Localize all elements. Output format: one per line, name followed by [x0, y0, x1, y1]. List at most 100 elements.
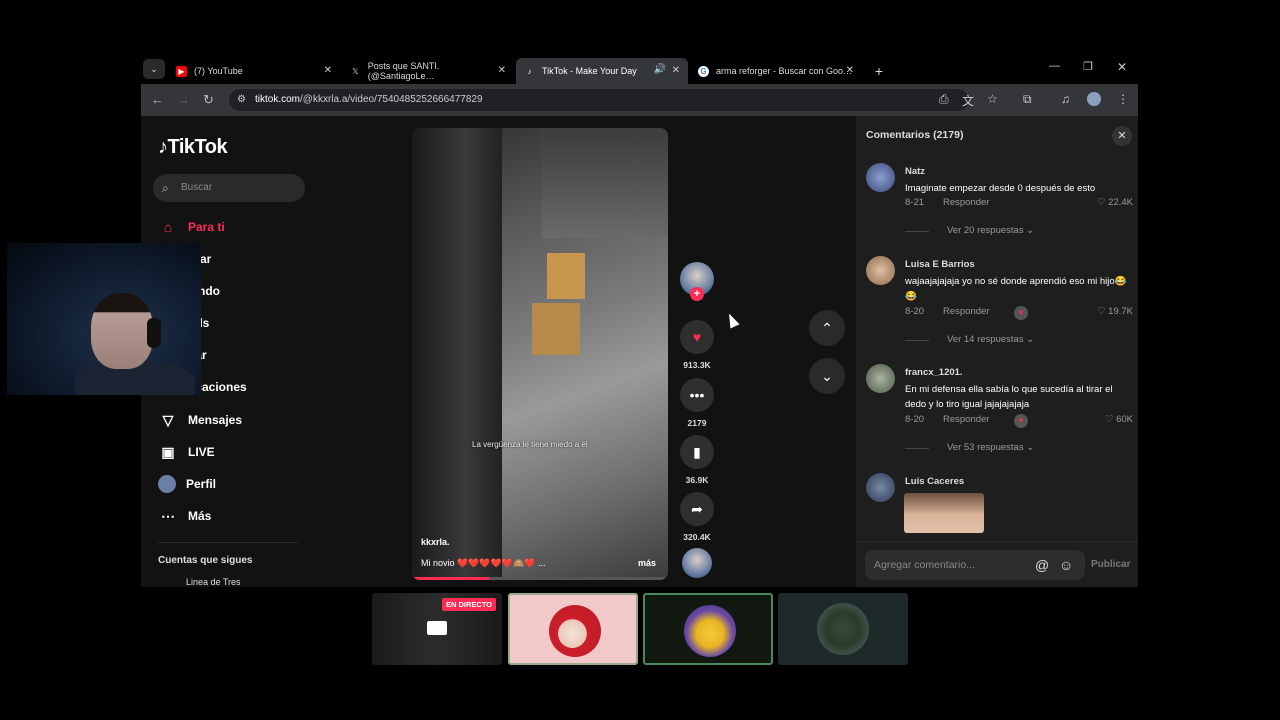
avatar[interactable] [866, 163, 895, 192]
tiktok-logo[interactable]: ♪TikTok [158, 136, 228, 159]
comment-like-button[interactable]: ♡ 60K [1105, 414, 1133, 425]
tiktok-icon: ♪ [527, 66, 532, 76]
url-field[interactable]: ⚙ tiktok.com/@kkxrla.a/video/75404852526… [229, 89, 969, 111]
close-icon[interactable]: ✕ [846, 65, 854, 76]
close-icon[interactable]: ✕ [672, 65, 680, 76]
live-icon: ▣ [161, 443, 175, 460]
music-disc-button[interactable] [679, 548, 715, 578]
view-replies-label: Ver 14 respuestas [947, 334, 1024, 345]
menu-dots-icon[interactable]: ⋮ [1117, 92, 1129, 106]
heart-outline-icon: ♡ [1097, 197, 1106, 208]
media-control-icon[interactable]: ♫ [1061, 92, 1070, 106]
publish-button[interactable]: Publicar [1091, 559, 1130, 570]
speaker-icon[interactable]: 🔊 [654, 64, 666, 75]
view-replies-button[interactable]: Ver 53 respuestas ⌄ [947, 442, 1034, 453]
monitor-icon [427, 621, 447, 635]
window-preview-live[interactable]: EN DIRECTO [372, 593, 502, 665]
tab-tiktok[interactable]: ♪ TikTok - Make Your Day 🔊 ✕ [516, 58, 688, 84]
avatar[interactable] [866, 256, 895, 285]
window-preview[interactable] [778, 593, 908, 665]
search-input[interactable]: ⌕ Buscar [153, 174, 305, 202]
video-player[interactable]: La vergüenza le tiene miedo a él kkxrla.… [412, 128, 668, 580]
reply-button[interactable]: Responder [943, 414, 989, 425]
follow-plus-icon[interactable]: + [690, 287, 704, 301]
site-info-icon[interactable]: ⚙ [237, 89, 246, 111]
reply-button[interactable]: Responder [943, 197, 989, 208]
url-path: /@kkxrla.a/video/7540485252666477829 [300, 94, 483, 105]
close-comments-button[interactable]: ✕ [1112, 126, 1132, 146]
author-avatar-button[interactable]: + [679, 262, 715, 301]
comment-item: Natz Imaginate empezar desde 0 después d… [866, 163, 1136, 243]
minimize-icon[interactable]: — [1049, 60, 1060, 72]
tab-title: TikTok - Make Your Day [542, 66, 637, 76]
creator-liked-icon: ♥ [1014, 414, 1028, 428]
view-replies-label: Ver 53 respuestas [947, 442, 1024, 453]
divider [905, 231, 929, 232]
window-close-icon[interactable]: ✕ [1117, 60, 1127, 74]
window-preview[interactable] [643, 593, 773, 665]
reply-button[interactable]: Responder [943, 306, 989, 317]
avatar: + [680, 262, 714, 301]
emoji-icon[interactable]: ☺ [1059, 550, 1073, 580]
nav-item-para-ti[interactable]: ⌂ Para ti [158, 217, 225, 237]
back-icon[interactable]: ← [151, 92, 164, 107]
extensions-icon[interactable]: ⧉ [1023, 92, 1032, 107]
close-icon: ✕ [1117, 130, 1127, 142]
bookmark-star-icon[interactable]: ☆ [987, 92, 998, 106]
search-icon: ⌕ [162, 181, 169, 195]
close-icon[interactable]: ✕ [498, 65, 506, 76]
tab-x-posts[interactable]: 𝕏 Posts que SANTI. (@SantiagoLe… ✕ [342, 58, 514, 84]
comment-author[interactable]: Natz [905, 166, 925, 177]
forward-icon[interactable]: → [177, 92, 190, 107]
window-preview[interactable] [508, 593, 638, 665]
video-scene-box [532, 303, 580, 355]
mention-icon[interactable]: @ [1035, 550, 1049, 580]
comment-image[interactable] [904, 493, 984, 533]
comment-author[interactable]: Luisa E Barrios [905, 259, 975, 270]
comment-count: 2179 [687, 418, 707, 428]
nav-label: Más [188, 509, 212, 523]
more-link[interactable]: más [638, 558, 656, 568]
comment-like-button[interactable]: ♡ 22.4K [1097, 197, 1133, 208]
translate-icon[interactable]: 文 [962, 92, 974, 109]
tab-youtube[interactable]: ▶ (7) YouTube ✕ [168, 58, 340, 84]
video-author[interactable]: kkxrla. [421, 537, 450, 547]
nav-item-perfil[interactable]: Perfil [158, 474, 216, 494]
reload-icon[interactable]: ↻ [203, 92, 214, 108]
new-tab-button[interactable]: + [869, 58, 889, 84]
nav-item-live[interactable]: ▣ LIVE [158, 442, 214, 462]
restore-icon[interactable]: ❐ [1083, 60, 1093, 73]
nav-item-mas[interactable]: ⋯ Más [158, 506, 211, 526]
avatar[interactable] [866, 473, 895, 502]
profile-avatar-icon[interactable] [1087, 92, 1101, 106]
live-badge: EN DIRECTO [442, 598, 497, 611]
view-replies-button[interactable]: Ver 20 respuestas ⌄ [947, 225, 1034, 236]
previous-video-button[interactable]: ⌃ [809, 310, 845, 346]
comment-like-button[interactable]: ♡ 19.7K [1097, 306, 1133, 317]
tab-title: Posts que SANTI. (@SantiagoLe… [367, 61, 440, 81]
share-button[interactable]: ➦ 320.4K [679, 492, 715, 542]
save-button[interactable]: ▮ 36.9K [679, 435, 715, 485]
tab-title: arma reforger - Buscar con Goo… [716, 66, 853, 76]
comments-panel: Comentarios (2179) ✕ Natz Imaginate empe… [856, 116, 1138, 587]
tab-search-button[interactable]: ⌄ [143, 59, 165, 79]
tab-google[interactable]: G arma reforger - Buscar con Goo… ✕ [690, 58, 862, 84]
following-account[interactable]: Linea de Tres [186, 577, 241, 587]
close-icon[interactable]: ✕ [324, 65, 332, 76]
view-replies-button[interactable]: Ver 14 respuestas ⌄ [947, 334, 1034, 345]
comment-input[interactable]: Agregar comentario... @ ☺ [865, 550, 1085, 580]
creator-liked-icon: ♥ [1014, 306, 1028, 320]
comment-date: 8-20 [905, 306, 925, 317]
avatar[interactable] [866, 364, 895, 393]
like-button[interactable]: ♥ 913.3K [679, 320, 715, 370]
comment-button[interactable]: ••• 2179 [679, 378, 715, 428]
comment-author[interactable]: francx_1201. [905, 367, 963, 378]
video-progress-bar[interactable] [412, 577, 668, 580]
install-app-icon[interactable]: ⎙ [939, 92, 949, 107]
chevron-down-icon: ⌄ [1026, 442, 1035, 453]
nav-item-mensajes[interactable]: ▽ Mensajes [158, 410, 242, 430]
comment-author[interactable]: Luis Caceres [905, 476, 964, 487]
comment-text: wajaajajajaja yo no sé donde aprendió es… [905, 276, 1127, 302]
avatar [817, 603, 869, 655]
next-video-button[interactable]: ⌄ [809, 358, 845, 394]
